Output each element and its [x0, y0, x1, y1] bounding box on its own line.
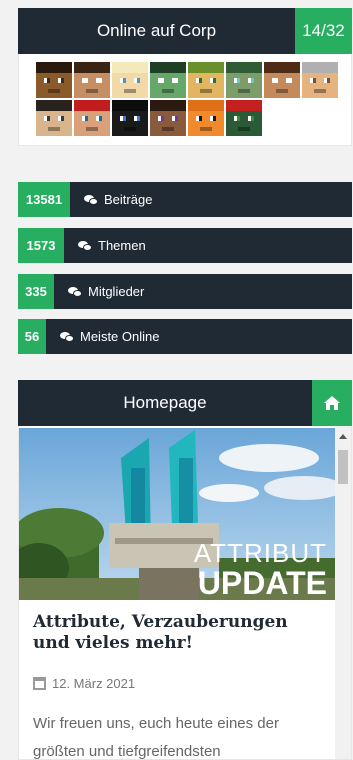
player-avatar[interactable]	[226, 100, 262, 136]
player-avatar[interactable]	[112, 62, 148, 98]
scroll-up-arrow-icon[interactable]	[339, 434, 347, 439]
post-title[interactable]: Attribute, Verzauberungen und vieles meh…	[33, 612, 323, 654]
comments-icon	[68, 287, 82, 297]
online-count-badge: 14/32	[295, 8, 352, 54]
home-icon[interactable]	[312, 380, 352, 426]
player-avatar[interactable]	[302, 62, 338, 98]
post-excerpt: Wir freuen uns, euch heute eines der grö…	[33, 715, 279, 760]
player-avatar[interactable]	[150, 62, 186, 98]
post-date: 12. März 2021	[33, 676, 135, 691]
stat-posts-label: Beiträge	[104, 192, 153, 207]
player-avatar[interactable]	[150, 100, 186, 136]
online-avatars-panel	[18, 54, 352, 146]
stat-members-label: Mitglieder	[88, 284, 145, 299]
post-image-text-2: UPDATE	[198, 565, 327, 600]
calendar-icon	[33, 677, 46, 690]
homepage-panel-header: Homepage	[18, 380, 352, 426]
stat-topics[interactable]: 1573 Themen	[18, 228, 352, 263]
player-avatar[interactable]	[264, 62, 300, 98]
online-panel-header: Online auf Corp 14/32	[18, 8, 352, 54]
stat-most-online-label: Meiste Online	[80, 329, 160, 344]
player-avatar[interactable]	[74, 100, 110, 136]
homepage-panel-title: Homepage	[123, 393, 207, 412]
comments-icon	[84, 195, 98, 205]
homepage-panel: ATTRIBUT UPDATE Attribute, Verzauberunge…	[18, 426, 352, 760]
online-panel-title: Online auf Corp	[96, 21, 217, 40]
comments-icon	[60, 332, 74, 342]
post-image-text-1: ATTRIBUT	[194, 538, 327, 568]
stat-members-number: 335	[18, 274, 54, 309]
stat-topics-number: 1573	[18, 228, 64, 263]
stat-posts[interactable]: 13581 Beiträge	[18, 182, 352, 217]
stat-topics-label: Themen	[98, 238, 146, 253]
player-avatar[interactable]	[112, 100, 148, 136]
comments-icon	[78, 241, 92, 251]
homepage-scrollbar[interactable]	[335, 426, 351, 759]
stat-members[interactable]: 335 Mitglieder	[18, 274, 352, 309]
stat-most-online[interactable]: 56 Meiste Online	[18, 319, 352, 354]
stat-posts-number: 13581	[18, 182, 70, 217]
scrollbar-thumb[interactable]	[338, 450, 348, 484]
post-date-text: 12. März 2021	[52, 676, 136, 691]
player-avatar[interactable]	[36, 62, 72, 98]
stat-most-online-number: 56	[18, 319, 46, 354]
player-avatar[interactable]	[188, 62, 224, 98]
player-avatar[interactable]	[36, 100, 72, 136]
post-image[interactable]: ATTRIBUT UPDATE	[19, 428, 335, 600]
player-avatar[interactable]	[188, 100, 224, 136]
player-avatar[interactable]	[74, 62, 110, 98]
player-avatar[interactable]	[226, 62, 262, 98]
